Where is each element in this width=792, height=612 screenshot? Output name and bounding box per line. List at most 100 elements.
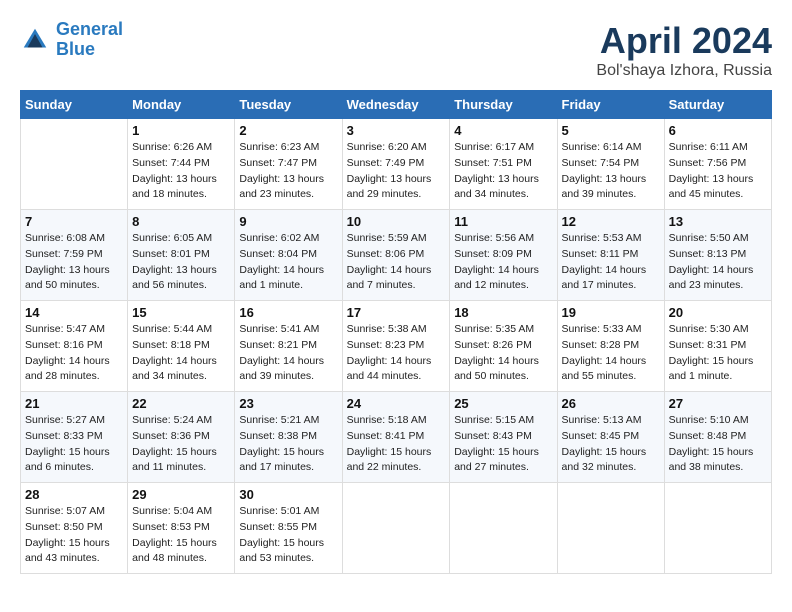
sunrise-time: Sunrise: 5:10 AM [669, 414, 749, 426]
day-number: 1 [132, 123, 230, 138]
calendar-cell [450, 483, 557, 574]
daylight-hours: Daylight: 14 hours and 23 minutes. [669, 264, 754, 292]
daylight-hours: Daylight: 13 hours and 45 minutes. [669, 173, 754, 201]
sunrise-time: Sunrise: 5:41 AM [239, 323, 319, 335]
day-number: 19 [562, 305, 660, 320]
day-number: 26 [562, 396, 660, 411]
daylight-hours: Daylight: 13 hours and 39 minutes. [562, 173, 647, 201]
daylight-hours: Daylight: 13 hours and 56 minutes. [132, 264, 217, 292]
calendar-cell [21, 119, 128, 210]
calendar-cell [557, 483, 664, 574]
calendar-week-4: 21 Sunrise: 5:27 AM Sunset: 8:33 PM Dayl… [21, 392, 772, 483]
calendar-cell: 28 Sunrise: 5:07 AM Sunset: 8:50 PM Dayl… [21, 483, 128, 574]
sunset-time: Sunset: 8:43 PM [454, 430, 532, 442]
sunset-time: Sunset: 7:49 PM [347, 157, 425, 169]
calendar-cell [342, 483, 450, 574]
calendar-week-5: 28 Sunrise: 5:07 AM Sunset: 8:50 PM Dayl… [21, 483, 772, 574]
day-number: 29 [132, 487, 230, 502]
calendar-title: April 2024 [596, 20, 772, 62]
day-info: Sunrise: 6:11 AM Sunset: 7:56 PM Dayligh… [669, 140, 767, 203]
calendar-cell: 15 Sunrise: 5:44 AM Sunset: 8:18 PM Dayl… [128, 301, 235, 392]
sunrise-time: Sunrise: 6:26 AM [132, 141, 212, 153]
calendar-week-1: 1 Sunrise: 6:26 AM Sunset: 7:44 PM Dayli… [21, 119, 772, 210]
day-info: Sunrise: 5:47 AM Sunset: 8:16 PM Dayligh… [25, 322, 123, 385]
day-info: Sunrise: 6:14 AM Sunset: 7:54 PM Dayligh… [562, 140, 660, 203]
calendar-cell: 26 Sunrise: 5:13 AM Sunset: 8:45 PM Dayl… [557, 392, 664, 483]
day-number: 24 [347, 396, 446, 411]
day-info: Sunrise: 5:21 AM Sunset: 8:38 PM Dayligh… [239, 413, 337, 476]
header-row: Sunday Monday Tuesday Wednesday Thursday… [21, 91, 772, 119]
day-info: Sunrise: 5:38 AM Sunset: 8:23 PM Dayligh… [347, 322, 446, 385]
day-info: Sunrise: 5:33 AM Sunset: 8:28 PM Dayligh… [562, 322, 660, 385]
day-number: 3 [347, 123, 446, 138]
calendar-cell: 3 Sunrise: 6:20 AM Sunset: 7:49 PM Dayli… [342, 119, 450, 210]
calendar-cell: 5 Sunrise: 6:14 AM Sunset: 7:54 PM Dayli… [557, 119, 664, 210]
day-number: 11 [454, 214, 552, 229]
sunrise-time: Sunrise: 5:56 AM [454, 232, 534, 244]
sunset-time: Sunset: 7:47 PM [239, 157, 317, 169]
daylight-hours: Daylight: 15 hours and 32 minutes. [562, 446, 647, 474]
calendar-cell: 19 Sunrise: 5:33 AM Sunset: 8:28 PM Dayl… [557, 301, 664, 392]
sunrise-time: Sunrise: 5:13 AM [562, 414, 642, 426]
sunset-time: Sunset: 8:09 PM [454, 248, 532, 260]
daylight-hours: Daylight: 14 hours and 1 minute. [239, 264, 324, 292]
calendar-cell: 9 Sunrise: 6:02 AM Sunset: 8:04 PM Dayli… [235, 210, 342, 301]
day-number: 7 [25, 214, 123, 229]
sunrise-time: Sunrise: 5:35 AM [454, 323, 534, 335]
day-number: 27 [669, 396, 767, 411]
daylight-hours: Daylight: 15 hours and 22 minutes. [347, 446, 432, 474]
sunrise-time: Sunrise: 6:23 AM [239, 141, 319, 153]
day-info: Sunrise: 5:24 AM Sunset: 8:36 PM Dayligh… [132, 413, 230, 476]
sunset-time: Sunset: 8:38 PM [239, 430, 317, 442]
day-number: 16 [239, 305, 337, 320]
day-number: 13 [669, 214, 767, 229]
sunset-time: Sunset: 7:54 PM [562, 157, 640, 169]
daylight-hours: Daylight: 15 hours and 11 minutes. [132, 446, 217, 474]
daylight-hours: Daylight: 14 hours and 28 minutes. [25, 355, 110, 383]
sunset-time: Sunset: 8:55 PM [239, 521, 317, 533]
day-info: Sunrise: 6:23 AM Sunset: 7:47 PM Dayligh… [239, 140, 337, 203]
daylight-hours: Daylight: 14 hours and 34 minutes. [132, 355, 217, 383]
col-thursday: Thursday [450, 91, 557, 119]
sunrise-time: Sunrise: 5:21 AM [239, 414, 319, 426]
calendar-cell: 10 Sunrise: 5:59 AM Sunset: 8:06 PM Dayl… [342, 210, 450, 301]
calendar-cell: 29 Sunrise: 5:04 AM Sunset: 8:53 PM Dayl… [128, 483, 235, 574]
day-number: 22 [132, 396, 230, 411]
day-info: Sunrise: 5:15 AM Sunset: 8:43 PM Dayligh… [454, 413, 552, 476]
calendar-cell: 7 Sunrise: 6:08 AM Sunset: 7:59 PM Dayli… [21, 210, 128, 301]
day-number: 25 [454, 396, 552, 411]
day-number: 18 [454, 305, 552, 320]
daylight-hours: Daylight: 15 hours and 1 minute. [669, 355, 754, 383]
daylight-hours: Daylight: 14 hours and 44 minutes. [347, 355, 432, 383]
col-monday: Monday [128, 91, 235, 119]
sunrise-time: Sunrise: 5:15 AM [454, 414, 534, 426]
sunset-time: Sunset: 8:13 PM [669, 248, 747, 260]
sunrise-time: Sunrise: 5:50 AM [669, 232, 749, 244]
calendar-cell: 1 Sunrise: 6:26 AM Sunset: 7:44 PM Dayli… [128, 119, 235, 210]
day-info: Sunrise: 5:53 AM Sunset: 8:11 PM Dayligh… [562, 231, 660, 294]
calendar-cell: 13 Sunrise: 5:50 AM Sunset: 8:13 PM Dayl… [664, 210, 771, 301]
sunset-time: Sunset: 8:36 PM [132, 430, 210, 442]
calendar-week-3: 14 Sunrise: 5:47 AM Sunset: 8:16 PM Dayl… [21, 301, 772, 392]
daylight-hours: Daylight: 13 hours and 34 minutes. [454, 173, 539, 201]
sunset-time: Sunset: 8:41 PM [347, 430, 425, 442]
day-info: Sunrise: 6:17 AM Sunset: 7:51 PM Dayligh… [454, 140, 552, 203]
daylight-hours: Daylight: 15 hours and 38 minutes. [669, 446, 754, 474]
sunrise-time: Sunrise: 5:33 AM [562, 323, 642, 335]
calendar-cell: 4 Sunrise: 6:17 AM Sunset: 7:51 PM Dayli… [450, 119, 557, 210]
calendar-cell: 30 Sunrise: 5:01 AM Sunset: 8:55 PM Dayl… [235, 483, 342, 574]
calendar-location: Bol'shaya Izhora, Russia [596, 62, 772, 80]
day-number: 4 [454, 123, 552, 138]
sunset-time: Sunset: 7:59 PM [25, 248, 103, 260]
day-number: 30 [239, 487, 337, 502]
daylight-hours: Daylight: 15 hours and 27 minutes. [454, 446, 539, 474]
calendar-cell: 2 Sunrise: 6:23 AM Sunset: 7:47 PM Dayli… [235, 119, 342, 210]
calendar-cell: 12 Sunrise: 5:53 AM Sunset: 8:11 PM Dayl… [557, 210, 664, 301]
sunrise-time: Sunrise: 5:04 AM [132, 505, 212, 517]
day-info: Sunrise: 5:41 AM Sunset: 8:21 PM Dayligh… [239, 322, 337, 385]
sunrise-time: Sunrise: 5:38 AM [347, 323, 427, 335]
daylight-hours: Daylight: 14 hours and 55 minutes. [562, 355, 647, 383]
sunrise-time: Sunrise: 5:30 AM [669, 323, 749, 335]
col-wednesday: Wednesday [342, 91, 450, 119]
daylight-hours: Daylight: 15 hours and 48 minutes. [132, 537, 217, 565]
